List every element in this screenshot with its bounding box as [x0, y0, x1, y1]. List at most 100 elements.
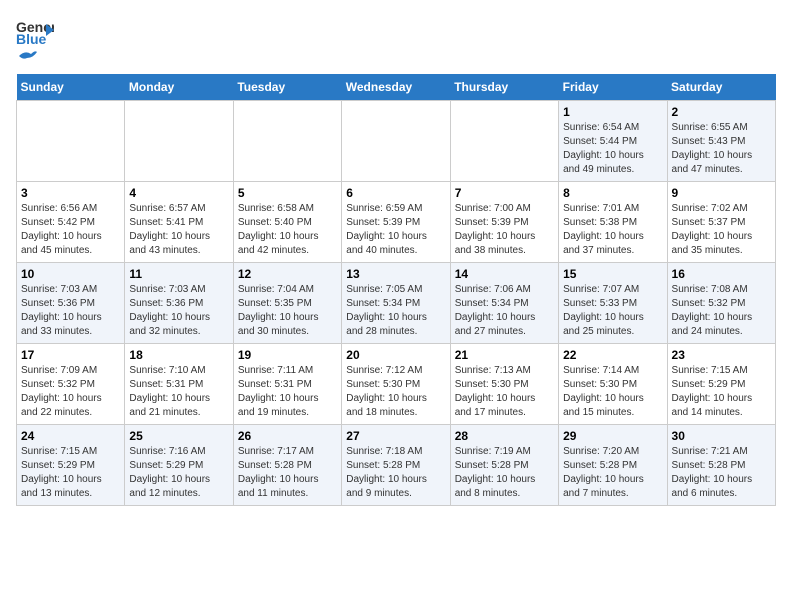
day-number: 23 — [672, 348, 771, 362]
day-number: 30 — [672, 429, 771, 443]
calendar-week-row: 17 Sunrise: 7:09 AMSunset: 5:32 PMDayligh… — [17, 344, 776, 425]
day-number: 29 — [563, 429, 662, 443]
day-number: 2 — [672, 105, 771, 119]
calendar-week-row: 1Sunrise: 6:54 AMSunset: 5:44 PMDaylight… — [17, 101, 776, 182]
calendar-cell: 17 Sunrise: 7:09 AMSunset: 5:32 PMDayligh… — [17, 344, 125, 425]
day-info: Sunrise: 7:17 AMSunset: 5:28 PMDaylight:… — [238, 445, 337, 501]
day-info: Sunrise: 7:18 AMSunset: 5:28 PMDaylight:… — [346, 445, 445, 501]
day-info: Sunrise: 7:00 AMSunset: 5:39 PMDaylight:… — [455, 202, 554, 258]
calendar-cell: 13Sunrise: 7:05 AMSunset: 5:34 PMDayligh… — [342, 263, 450, 344]
day-info: Sunrise: 6:54 AMSunset: 5:44 PMDaylight:… — [563, 121, 662, 177]
calendar-cell — [233, 101, 341, 182]
day-info: Sunrise: 7:10 AMSunset: 5:31 PMDaylight:… — [129, 364, 228, 420]
calendar-cell: 7Sunrise: 7:00 AMSunset: 5:39 PMDaylight… — [450, 182, 558, 263]
weekday-header: Monday — [125, 74, 233, 101]
calendar-cell — [125, 101, 233, 182]
day-number: 5 — [238, 186, 337, 200]
day-info: Sunrise: 7:19 AMSunset: 5:28 PMDaylight:… — [455, 445, 554, 501]
weekday-header: Saturday — [667, 74, 775, 101]
calendar-cell: 24 Sunrise: 7:15 AMSunset: 5:29 PMDayligh… — [17, 425, 125, 506]
day-info: Sunrise: 7:15 AMSunset: 5:29 PMDaylight:… — [21, 445, 120, 501]
day-number: 15 — [563, 267, 662, 281]
calendar-cell: 26Sunrise: 7:17 AMSunset: 5:28 PMDayligh… — [233, 425, 341, 506]
day-number: 22 — [563, 348, 662, 362]
day-info: Sunrise: 7:16 AMSunset: 5:29 PMDaylight:… — [129, 445, 228, 501]
calendar-week-row: 10 Sunrise: 7:03 AMSunset: 5:36 PMDayligh… — [17, 263, 776, 344]
page-header: General Blue — [16, 16, 776, 64]
day-info: Sunrise: 7:15 AMSunset: 5:29 PMDaylight:… — [672, 364, 771, 420]
calendar-cell: 6 Sunrise: 6:59 AMSunset: 5:39 PMDaylight… — [342, 182, 450, 263]
calendar-cell: 11 Sunrise: 7:03 AMSunset: 5:36 PMDayligh… — [125, 263, 233, 344]
calendar-cell: 22 Sunrise: 7:14 AMSunset: 5:30 PMDayligh… — [559, 344, 667, 425]
calendar-cell: 16 Sunrise: 7:08 AMSunset: 5:32 PMDayligh… — [667, 263, 775, 344]
day-info: Sunrise: 6:55 AMSunset: 5:43 PMDaylight:… — [672, 121, 771, 177]
day-number: 28 — [455, 429, 554, 443]
calendar-body: 1Sunrise: 6:54 AMSunset: 5:44 PMDaylight… — [17, 101, 776, 506]
day-number: 19 — [238, 348, 337, 362]
day-info: Sunrise: 7:09 AMSunset: 5:32 PMDaylight:… — [21, 364, 120, 420]
day-info: Sunrise: 7:03 AMSunset: 5:36 PMDaylight:… — [21, 283, 120, 339]
weekday-row: SundayMondayTuesdayWednesdayThursdayFrid… — [17, 74, 776, 101]
day-info: Sunrise: 7:08 AMSunset: 5:32 PMDaylight:… — [672, 283, 771, 339]
day-number: 18 — [129, 348, 228, 362]
calendar-cell: 1Sunrise: 6:54 AMSunset: 5:44 PMDaylight… — [559, 101, 667, 182]
day-info: Sunrise: 7:03 AMSunset: 5:36 PMDaylight:… — [129, 283, 228, 339]
day-number: 17 — [21, 348, 120, 362]
calendar-cell: 28 Sunrise: 7:19 AMSunset: 5:28 PMDayligh… — [450, 425, 558, 506]
calendar-cell: 8 Sunrise: 7:01 AMSunset: 5:38 PMDaylight… — [559, 182, 667, 263]
calendar-cell: 5 Sunrise: 6:58 AMSunset: 5:40 PMDaylight… — [233, 182, 341, 263]
day-info: Sunrise: 7:07 AMSunset: 5:33 PMDaylight:… — [563, 283, 662, 339]
day-number: 4 — [129, 186, 228, 200]
day-info: Sunrise: 7:01 AMSunset: 5:38 PMDaylight:… — [563, 202, 662, 258]
day-number: 16 — [672, 267, 771, 281]
day-info: Sunrise: 7:14 AMSunset: 5:30 PMDaylight:… — [563, 364, 662, 420]
weekday-header: Friday — [559, 74, 667, 101]
svg-text:Blue: Blue — [16, 31, 47, 46]
weekday-header: Wednesday — [342, 74, 450, 101]
day-number: 12 — [238, 267, 337, 281]
logo: General Blue — [16, 16, 54, 64]
day-number: 27 — [346, 429, 445, 443]
day-number: 8 — [563, 186, 662, 200]
day-info: Sunrise: 6:59 AMSunset: 5:39 PMDaylight:… — [346, 202, 445, 258]
day-info: Sunrise: 7:02 AMSunset: 5:37 PMDaylight:… — [672, 202, 771, 258]
day-info: Sunrise: 7:11 AMSunset: 5:31 PMDaylight:… — [238, 364, 337, 420]
calendar-cell: 25Sunrise: 7:16 AMSunset: 5:29 PMDayligh… — [125, 425, 233, 506]
weekday-header: Tuesday — [233, 74, 341, 101]
calendar-cell — [17, 101, 125, 182]
calendar-cell: 10 Sunrise: 7:03 AMSunset: 5:36 PMDayligh… — [17, 263, 125, 344]
weekday-header: Sunday — [17, 74, 125, 101]
calendar-cell: 14 Sunrise: 7:06 AMSunset: 5:34 PMDayligh… — [450, 263, 558, 344]
day-number: 6 — [346, 186, 445, 200]
calendar-cell: 4 Sunrise: 6:57 AMSunset: 5:41 PMDaylight… — [125, 182, 233, 263]
day-number: 10 — [21, 267, 120, 281]
day-info: Sunrise: 6:58 AMSunset: 5:40 PMDaylight:… — [238, 202, 337, 258]
day-info: Sunrise: 7:13 AMSunset: 5:30 PMDaylight:… — [455, 364, 554, 420]
calendar-cell: 30Sunrise: 7:21 AMSunset: 5:28 PMDayligh… — [667, 425, 775, 506]
calendar-week-row: 3Sunrise: 6:56 AMSunset: 5:42 PMDaylight… — [17, 182, 776, 263]
day-number: 14 — [455, 267, 554, 281]
calendar-cell: 2 Sunrise: 6:55 AMSunset: 5:43 PMDaylight… — [667, 101, 775, 182]
calendar-cell: 23 Sunrise: 7:15 AMSunset: 5:29 PMDayligh… — [667, 344, 775, 425]
day-number: 21 — [455, 348, 554, 362]
logo-icon: General Blue — [16, 16, 54, 46]
calendar-cell — [342, 101, 450, 182]
day-number: 11 — [129, 267, 228, 281]
day-info: Sunrise: 6:56 AMSunset: 5:42 PMDaylight:… — [21, 202, 120, 258]
day-info: Sunrise: 7:05 AMSunset: 5:34 PMDaylight:… — [346, 283, 445, 339]
day-number: 24 — [21, 429, 120, 443]
calendar-table: SundayMondayTuesdayWednesdayThursdayFrid… — [16, 74, 776, 506]
calendar-cell: 19 Sunrise: 7:11 AMSunset: 5:31 PMDayligh… — [233, 344, 341, 425]
calendar-week-row: 24 Sunrise: 7:15 AMSunset: 5:29 PMDayligh… — [17, 425, 776, 506]
day-info: Sunrise: 6:57 AMSunset: 5:41 PMDaylight:… — [129, 202, 228, 258]
weekday-header: Thursday — [450, 74, 558, 101]
day-info: Sunrise: 7:06 AMSunset: 5:34 PMDaylight:… — [455, 283, 554, 339]
calendar-cell: 15 Sunrise: 7:07 AMSunset: 5:33 PMDayligh… — [559, 263, 667, 344]
calendar-cell: 20Sunrise: 7:12 AMSunset: 5:30 PMDayligh… — [342, 344, 450, 425]
day-number: 20 — [346, 348, 445, 362]
calendar-cell: 12Sunrise: 7:04 AMSunset: 5:35 PMDayligh… — [233, 263, 341, 344]
calendar-cell: 29Sunrise: 7:20 AMSunset: 5:28 PMDayligh… — [559, 425, 667, 506]
calendar-cell: 9 Sunrise: 7:02 AMSunset: 5:37 PMDaylight… — [667, 182, 775, 263]
calendar-cell — [450, 101, 558, 182]
day-number: 9 — [672, 186, 771, 200]
